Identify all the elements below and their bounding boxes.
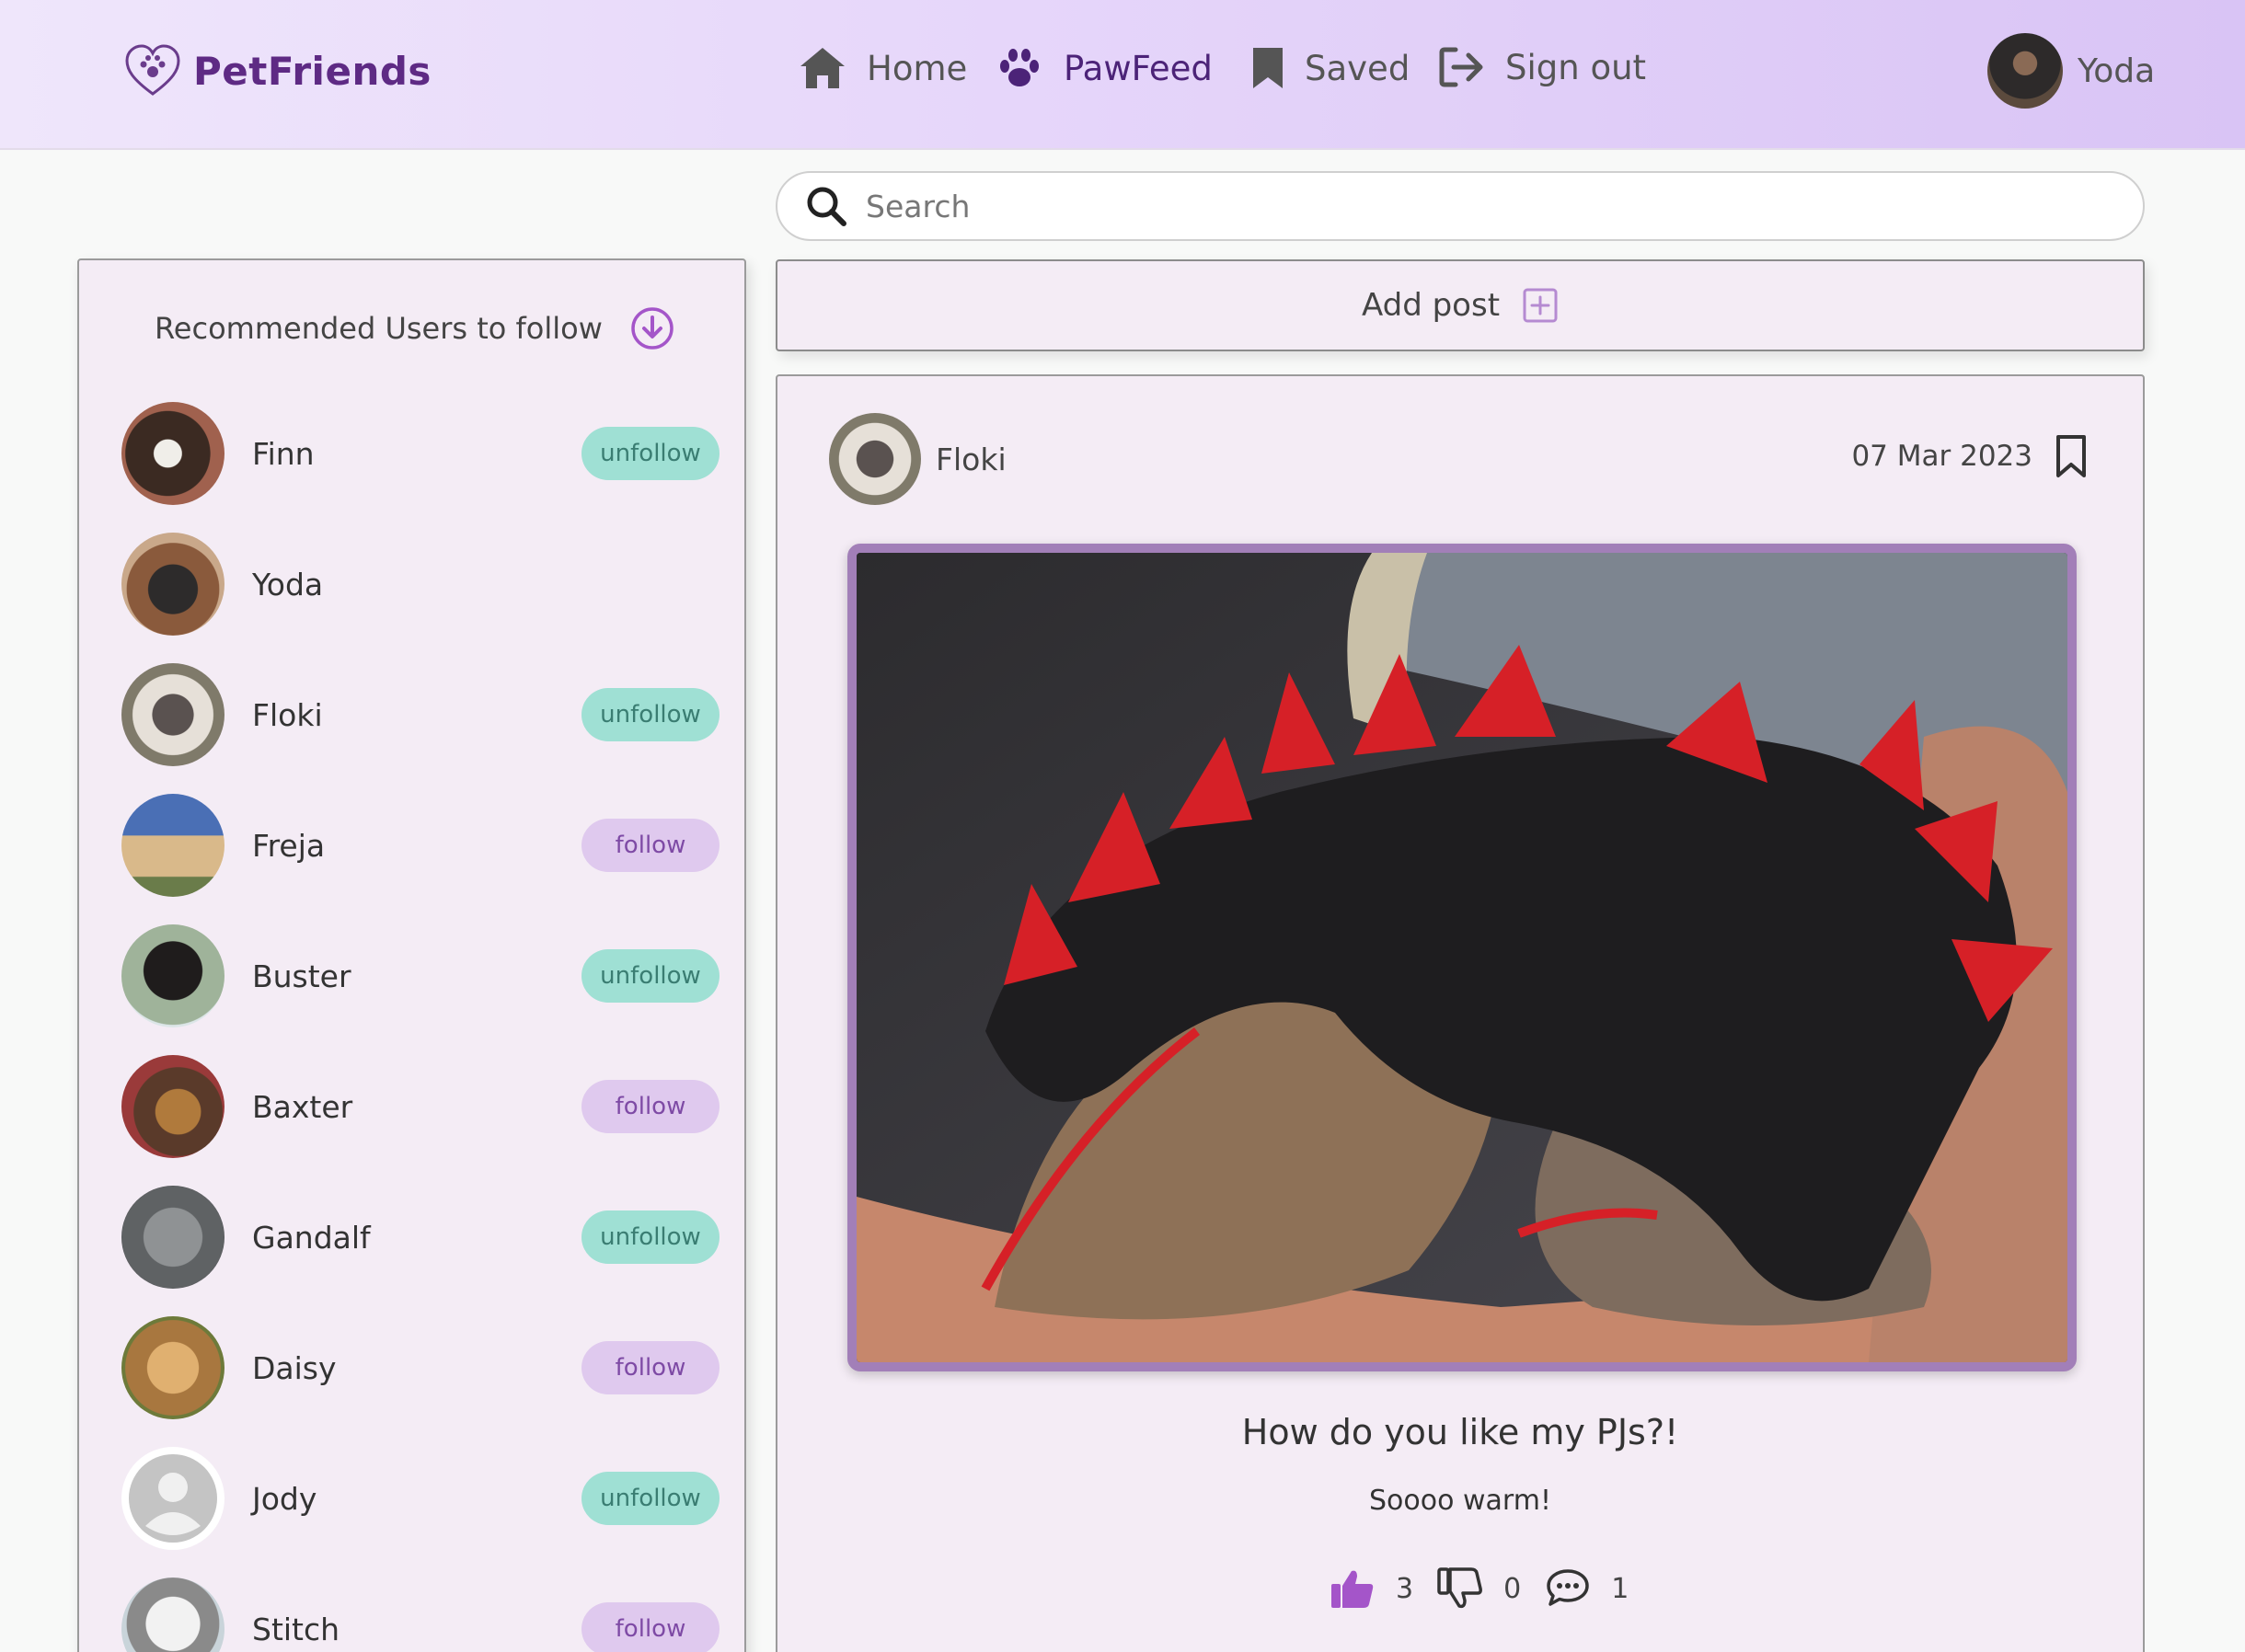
user-name[interactable]: Floki xyxy=(252,697,581,733)
sign-out-icon xyxy=(1439,47,1483,87)
recommended-title: Recommended Users to follow xyxy=(155,311,603,346)
avatar xyxy=(829,413,921,505)
avatar[interactable] xyxy=(121,794,224,897)
user-row: Daisy follow xyxy=(121,1316,720,1419)
avatar[interactable] xyxy=(121,1055,224,1158)
user-name[interactable]: Baxter xyxy=(252,1089,581,1125)
post-body: Soooo warm! xyxy=(1369,1485,1551,1517)
unfollow-button[interactable]: unfollow xyxy=(581,1210,720,1264)
post-card: Floki 07 Mar 2023 How do you like my PJs… xyxy=(776,374,2145,1652)
nav-pawfeed[interactable]: PawFeed xyxy=(996,46,1213,90)
add-post-button[interactable]: Add post xyxy=(776,259,2145,351)
home-icon xyxy=(800,48,845,88)
recommended-header: Recommended Users to follow xyxy=(155,306,674,350)
user-row: Floki unfollow xyxy=(121,663,720,766)
add-post-label: Add post xyxy=(1361,287,1501,324)
thumbs-down-icon[interactable] xyxy=(1437,1567,1483,1610)
user-row: Baxter follow xyxy=(121,1055,720,1158)
likes-count: 3 xyxy=(1396,1572,1414,1605)
avatar[interactable] xyxy=(121,1447,224,1550)
user-name[interactable]: Jody xyxy=(252,1481,581,1517)
thumbs-up-icon[interactable] xyxy=(1330,1567,1376,1610)
recommended-users-panel: Recommended Users to follow Finn unfollo… xyxy=(77,258,746,1652)
nav-signout-label: Sign out xyxy=(1505,47,1647,87)
comment-icon[interactable] xyxy=(1545,1567,1591,1610)
dog-in-dinosaur-pajamas-image xyxy=(857,553,2067,1362)
unfollow-button[interactable]: unfollow xyxy=(581,688,720,741)
user-row: Yoda xyxy=(121,533,720,636)
user-name[interactable]: Freja xyxy=(252,828,581,864)
search-bar[interactable] xyxy=(776,171,2145,241)
user-row: Stitch follow xyxy=(121,1577,720,1652)
avatar[interactable] xyxy=(121,1186,224,1289)
post-title: How do you like my PJs?! xyxy=(1241,1412,1679,1452)
avatar[interactable] xyxy=(121,533,224,636)
user-name[interactable]: Finn xyxy=(252,436,581,472)
post-author-name: Floki xyxy=(936,441,1007,477)
nav-home-label: Home xyxy=(867,48,968,88)
avatar[interactable] xyxy=(121,663,224,766)
brand-logo[interactable]: PetFriends xyxy=(123,42,432,99)
post-image[interactable] xyxy=(847,544,2077,1371)
paw-icon xyxy=(1000,49,1039,86)
bookmark-icon xyxy=(1253,48,1283,88)
search-input[interactable] xyxy=(866,188,2062,224)
nav-signout[interactable]: Sign out xyxy=(1439,46,1646,88)
user-name[interactable]: Gandalf xyxy=(252,1220,581,1256)
follow-button[interactable]: follow xyxy=(581,1602,720,1652)
search-icon xyxy=(807,187,846,226)
nav-user-profile[interactable]: Yoda xyxy=(1987,33,2155,109)
post-date: 07 Mar 2023 xyxy=(1851,433,2088,479)
user-name[interactable]: Stitch xyxy=(252,1612,581,1647)
user-name[interactable]: Daisy xyxy=(252,1350,581,1386)
nav-home[interactable]: Home xyxy=(799,46,967,90)
plus-square-icon xyxy=(1523,288,1558,323)
user-name[interactable]: Buster xyxy=(252,958,581,994)
user-row: Gandalf unfollow xyxy=(121,1186,720,1289)
follow-button[interactable]: follow xyxy=(581,1080,720,1133)
heart-paw-icon xyxy=(125,44,180,96)
unfollow-button[interactable]: unfollow xyxy=(581,1472,720,1525)
user-row: Jody unfollow xyxy=(121,1447,720,1550)
bookmark-outline-icon[interactable] xyxy=(2055,433,2088,479)
nav-saved-label: Saved xyxy=(1305,48,1410,88)
avatar xyxy=(1987,33,2063,109)
brand-name: PetFriends xyxy=(193,48,432,94)
arrow-down-circle-icon[interactable] xyxy=(630,306,674,350)
post-author[interactable]: Floki xyxy=(829,413,1007,505)
avatar[interactable] xyxy=(121,1577,224,1652)
avatar[interactable] xyxy=(121,402,224,505)
user-name[interactable]: Yoda xyxy=(252,567,720,602)
post-actions: 3 0 1 xyxy=(1330,1567,1652,1610)
avatar[interactable] xyxy=(121,924,224,1027)
nav-pawfeed-label: PawFeed xyxy=(1064,48,1213,88)
nav-user-name: Yoda xyxy=(2078,52,2156,90)
dislikes-count: 0 xyxy=(1503,1572,1522,1605)
user-row: Finn unfollow xyxy=(121,402,720,505)
unfollow-button[interactable]: unfollow xyxy=(581,949,720,1003)
user-row: Freja follow xyxy=(121,794,720,897)
user-row: Buster unfollow xyxy=(121,924,720,1027)
nav-saved[interactable]: Saved xyxy=(1251,46,1410,90)
navbar: PetFriends Home PawFeed Saved Sign out Y… xyxy=(0,0,2245,150)
unfollow-button[interactable]: unfollow xyxy=(581,427,720,480)
default-avatar-icon xyxy=(129,1454,217,1543)
post-date-text: 07 Mar 2023 xyxy=(1851,440,2032,473)
follow-button[interactable]: follow xyxy=(581,1341,720,1394)
follow-button[interactable]: follow xyxy=(581,819,720,872)
comments-count: 1 xyxy=(1611,1572,1629,1605)
avatar[interactable] xyxy=(121,1316,224,1419)
